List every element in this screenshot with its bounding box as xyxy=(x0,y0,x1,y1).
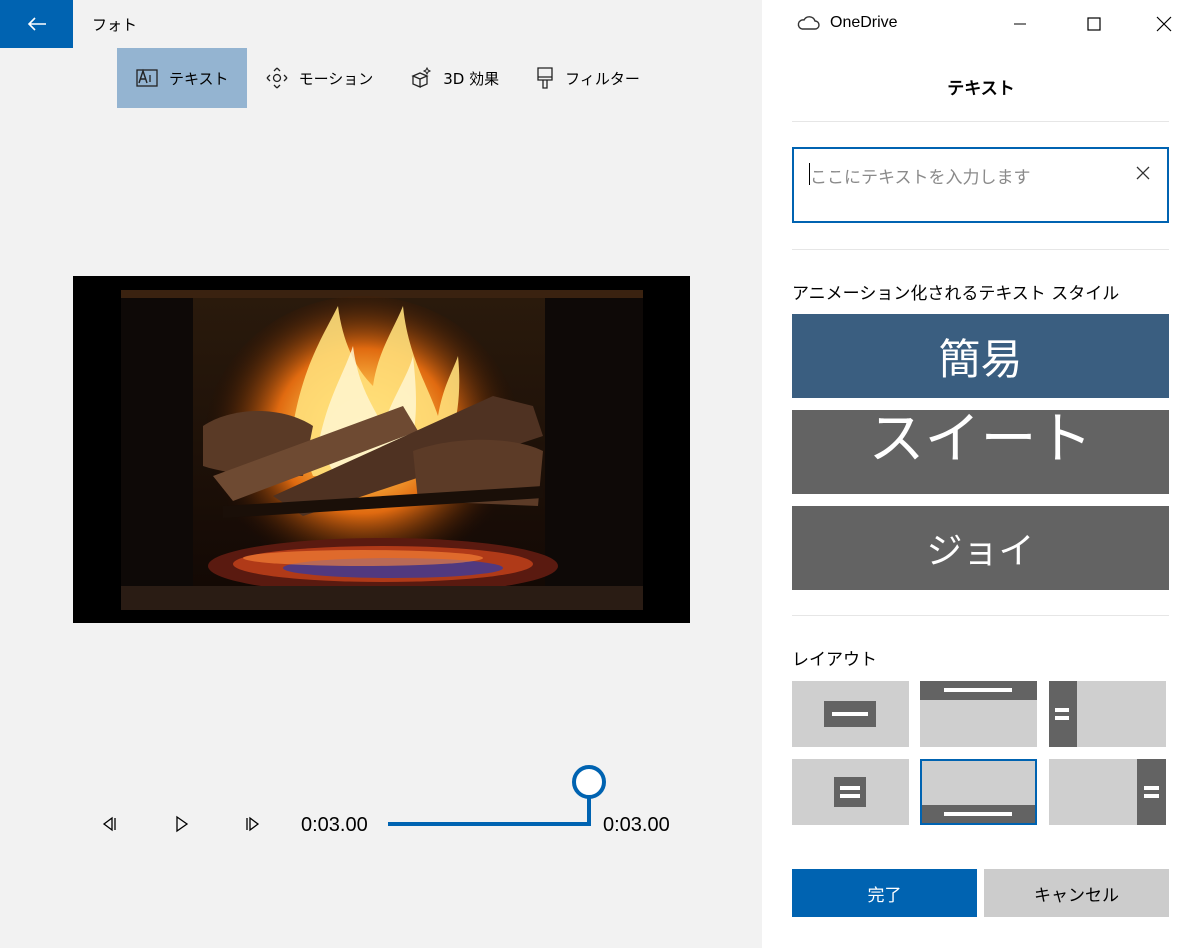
tool-filter-label: フィルター xyxy=(565,69,640,88)
tool-text-label: テキスト xyxy=(169,69,229,88)
tool-3d-label: 3D 効果 xyxy=(443,69,500,88)
back-arrow-icon xyxy=(27,17,46,31)
panel-title: テキスト xyxy=(947,79,1015,99)
style-simple[interactable]: 簡易 xyxy=(792,314,1169,398)
play-icon xyxy=(176,815,189,833)
layout-right-vertical-icon xyxy=(1137,759,1166,825)
close-button[interactable] xyxy=(1130,0,1198,48)
divider xyxy=(792,121,1169,122)
layout-bottom-icon xyxy=(922,805,1035,823)
motion-icon xyxy=(266,67,288,89)
onedrive-label: OneDrive xyxy=(830,14,898,31)
app-title: フォト xyxy=(92,16,138,34)
close-icon xyxy=(1156,16,1172,32)
tool-motion-label: モーション xyxy=(298,69,374,88)
fireplace-image xyxy=(73,276,690,623)
playback-bar: 0:03.00 0:03.00 xyxy=(0,760,762,860)
styles-heading: アニメーション化されるテキスト スタイル xyxy=(792,284,1120,304)
minimize-button[interactable] xyxy=(986,0,1054,48)
back-button[interactable] xyxy=(0,0,73,48)
done-button[interactable]: 完了 xyxy=(792,869,977,917)
window-controls: OneDrive xyxy=(762,0,1200,48)
step-forward-icon xyxy=(246,816,260,832)
text-panel: テキスト ここにテキストを入力します アニメーション化されるテキスト スタイル … xyxy=(762,48,1200,948)
seek-thumb[interactable] xyxy=(572,765,606,799)
seek-track[interactable] xyxy=(388,822,590,826)
step-back-icon xyxy=(102,816,116,832)
maximize-icon xyxy=(1087,17,1101,31)
next-frame-button[interactable] xyxy=(243,814,263,834)
maximize-button[interactable] xyxy=(1060,0,1128,48)
title-bar: フォト xyxy=(0,0,762,48)
tool-filter[interactable]: フィルター xyxy=(517,48,658,108)
layout-center-stacked[interactable] xyxy=(792,759,909,825)
style-suite[interactable]: スイート xyxy=(792,410,1169,494)
filter-icon xyxy=(537,67,553,89)
layout-bottom[interactable] xyxy=(920,759,1037,825)
layout-left-vertical[interactable] xyxy=(1049,681,1166,747)
cloud-icon xyxy=(797,16,820,30)
3d-effects-icon xyxy=(411,66,432,88)
style-simple-label: 簡易 xyxy=(938,334,1023,384)
style-joy-label: ジョイ xyxy=(926,531,1035,572)
layout-top-icon xyxy=(920,681,1037,700)
style-joy[interactable]: ジョイ xyxy=(792,506,1169,590)
layout-center[interactable] xyxy=(792,681,909,747)
text-input-placeholder: ここにテキストを入力します xyxy=(810,168,1031,188)
onedrive-button[interactable]: OneDrive xyxy=(796,14,898,32)
cancel-button[interactable]: キャンセル xyxy=(984,869,1169,917)
current-time: 0:03.00 xyxy=(301,814,368,836)
text-icon xyxy=(136,68,158,87)
layout-right-vertical[interactable] xyxy=(1049,759,1166,825)
divider xyxy=(792,615,1169,616)
end-time: 0:03.00 xyxy=(603,814,670,836)
clear-icon[interactable] xyxy=(1135,165,1151,181)
layout-left-vertical-icon xyxy=(1049,681,1077,747)
effects-toolbar: テキスト モーション 3D 効果 フィルター xyxy=(117,48,658,108)
tool-text[interactable]: テキスト xyxy=(117,48,247,108)
layout-center-icon xyxy=(824,701,876,727)
style-suite-label: スイート xyxy=(868,407,1093,472)
video-preview[interactable] xyxy=(73,276,690,623)
text-input[interactable]: ここにテキストを入力します xyxy=(792,147,1169,223)
play-button[interactable] xyxy=(171,814,191,834)
divider xyxy=(792,249,1169,250)
layout-top[interactable] xyxy=(920,681,1037,747)
layout-heading: レイアウト xyxy=(792,650,877,670)
layout-center-stacked-icon xyxy=(834,777,866,807)
tool-motion[interactable]: モーション xyxy=(247,48,392,108)
tool-3d-effects[interactable]: 3D 効果 xyxy=(391,48,517,108)
seek-stem xyxy=(587,796,591,826)
previous-frame-button[interactable] xyxy=(99,814,119,834)
minimize-icon xyxy=(1014,23,1026,25)
